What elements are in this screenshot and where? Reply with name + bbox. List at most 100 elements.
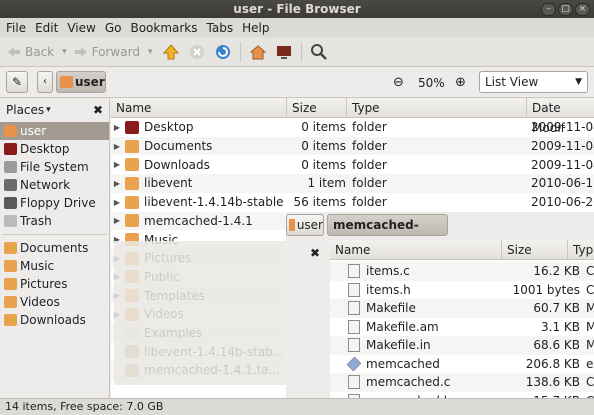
sidebar-item-trash[interactable]: Trash <box>0 212 109 230</box>
minimize-icon[interactable]: – <box>541 3 556 16</box>
sidebar-item-file-system[interactable]: File System <box>0 158 109 176</box>
maximize-icon[interactable]: □ <box>558 3 573 16</box>
desktop-icon <box>4 143 17 155</box>
column-name[interactable]: Name <box>330 240 502 260</box>
column-type[interactable]: Typ <box>568 240 594 260</box>
menu-bookmarks[interactable]: Bookmarks <box>130 21 197 35</box>
computer-icon[interactable] <box>275 43 293 61</box>
home-folder-icon <box>4 125 17 137</box>
status-bar: 14 items, Free space: 7.0 GB <box>0 398 594 415</box>
search-icon[interactable] <box>310 43 328 61</box>
sidebar-item-music[interactable]: Music <box>0 257 109 275</box>
forward-button[interactable]: Forward ▾ <box>73 44 153 60</box>
column-date[interactable]: Date Modif <box>527 98 594 135</box>
chevron-down-icon: ▼ <box>575 77 582 87</box>
row-name: Makefile <box>366 301 416 316</box>
path-left-arrow[interactable]: ‹ <box>37 71 53 93</box>
drag-preview <box>114 241 286 385</box>
column-name[interactable]: Name <box>111 98 287 118</box>
back-arrow-icon <box>6 44 22 60</box>
expander-icon[interactable]: ▶ <box>111 160 123 169</box>
row-type: folder <box>352 139 387 154</box>
expander-icon[interactable]: ▶ <box>111 179 123 188</box>
menu-go[interactable]: Go <box>105 21 122 35</box>
home-folder-icon <box>60 76 73 88</box>
sidebar-item-videos[interactable]: Videos <box>0 293 109 311</box>
forward-dropdown-icon[interactable]: ▾ <box>148 47 153 57</box>
row-size: 56 items <box>293 195 346 210</box>
sidebar-item-pictures[interactable]: Pictures <box>0 275 109 293</box>
row-name: memcached-1.4.1 <box>144 213 253 228</box>
menu-help[interactable]: Help <box>242 21 269 35</box>
expander-icon[interactable]: ▶ <box>111 123 123 132</box>
edit-location-button[interactable]: ✎ <box>6 71 28 93</box>
trash-icon <box>4 215 17 227</box>
divider <box>2 234 107 235</box>
folder-icon <box>125 158 139 172</box>
row-type: Ma <box>586 338 594 353</box>
path-button-user[interactable]: user <box>286 214 324 236</box>
table-row[interactable]: ▶ libevent 1 item folder 2010-06-18 <box>111 174 594 193</box>
close-sidebar-icon[interactable]: ✖ <box>310 246 320 260</box>
zoom-out-icon[interactable]: ⊖ <box>393 75 404 90</box>
chevron-down-icon[interactable]: ▾ <box>46 105 51 115</box>
table-row[interactable]: ▶ Downloads 0 items folder 2009-11-04 <box>111 155 594 174</box>
row-date: 2009-11-04 <box>531 120 594 135</box>
menu-edit[interactable]: Edit <box>35 21 58 35</box>
list-item[interactable]: memcached 206.8 KB exe <box>330 355 594 374</box>
table-row[interactable]: ▶ libevent-1.4.14b-stable 56 items folder 20… <box>111 193 594 212</box>
reload-icon[interactable] <box>214 43 232 61</box>
expander-icon[interactable]: ▶ <box>111 142 123 151</box>
sidebar-item-floppy[interactable]: Floppy Drive <box>0 194 109 212</box>
path-button-current[interactable]: memcached-1.4.1 <box>327 214 448 252</box>
sidebar-item-downloads[interactable]: Downloads <box>0 311 109 329</box>
column-type[interactable]: Type <box>347 98 527 118</box>
row-name: libevent-1.4.14b-stable <box>144 195 284 210</box>
home-icon[interactable] <box>249 43 267 61</box>
row-name: libevent <box>144 176 193 191</box>
zoom-in-icon[interactable]: ⊕ <box>455 75 466 90</box>
menubar: File Edit View Go Bookmarks Tabs Help <box>0 18 594 37</box>
row-type: C h <box>586 282 594 297</box>
table-row[interactable]: ▶ Desktop 0 items folder 2009-11-04 <box>111 118 594 137</box>
floppy-icon <box>4 197 17 209</box>
list-item[interactable]: Makefile 60.7 KB Ma <box>330 299 594 318</box>
table-row[interactable]: ▶ Documents 0 items folder 2009-11-04 <box>111 136 594 156</box>
list-item[interactable]: memcached.c 138.6 KB C s <box>330 373 594 392</box>
up-arrow-icon[interactable] <box>162 43 180 61</box>
sidebar-item-desktop[interactable]: Desktop <box>0 140 109 158</box>
menu-tabs[interactable]: Tabs <box>207 21 234 35</box>
folder-icon <box>125 214 139 228</box>
expander-icon[interactable]: ▶ <box>111 216 123 225</box>
close-window-icon[interactable]: × <box>575 3 590 16</box>
folder-icon <box>4 296 17 308</box>
row-size: 1001 bytes <box>512 282 580 297</box>
column-size[interactable]: Size <box>287 98 347 118</box>
sidebar-item-network[interactable]: Network <box>0 176 109 194</box>
stop-icon[interactable] <box>188 43 206 61</box>
row-type: exe <box>586 356 594 371</box>
sidebar-item-documents[interactable]: Documents <box>0 239 109 257</box>
sidebar-item-user[interactable]: user <box>0 122 109 140</box>
sidebar-title[interactable]: Places <box>6 103 44 117</box>
view-mode-select[interactable]: List View ▼ <box>479 71 588 93</box>
list-item[interactable]: Makefile.am 3.1 KB Ma <box>330 318 594 337</box>
row-name: items.c <box>366 264 410 279</box>
list-item[interactable]: items.c 16.2 KB C s <box>330 262 594 281</box>
expander-icon[interactable]: ▶ <box>111 198 123 207</box>
close-sidebar-icon[interactable]: ✖ <box>93 103 103 117</box>
menu-view[interactable]: View <box>67 21 95 35</box>
row-size: 0 items <box>301 139 346 154</box>
list-item[interactable]: Makefile.in 68.6 KB Ma <box>330 336 594 355</box>
list-item[interactable]: items.h 1001 bytes C h <box>330 281 594 300</box>
path-button-user[interactable]: user <box>56 71 106 93</box>
row-name: memcached.c <box>366 375 451 390</box>
folder-icon <box>4 314 17 326</box>
row-name: Makefile.in <box>366 338 431 353</box>
row-type: Ma <box>586 301 594 316</box>
menu-file[interactable]: File <box>6 21 26 35</box>
back-dropdown-icon[interactable]: ▾ <box>62 47 67 57</box>
row-type: folder <box>352 195 387 210</box>
column-size[interactable]: Size <box>502 240 568 260</box>
back-button[interactable]: Back ▾ <box>6 44 67 60</box>
